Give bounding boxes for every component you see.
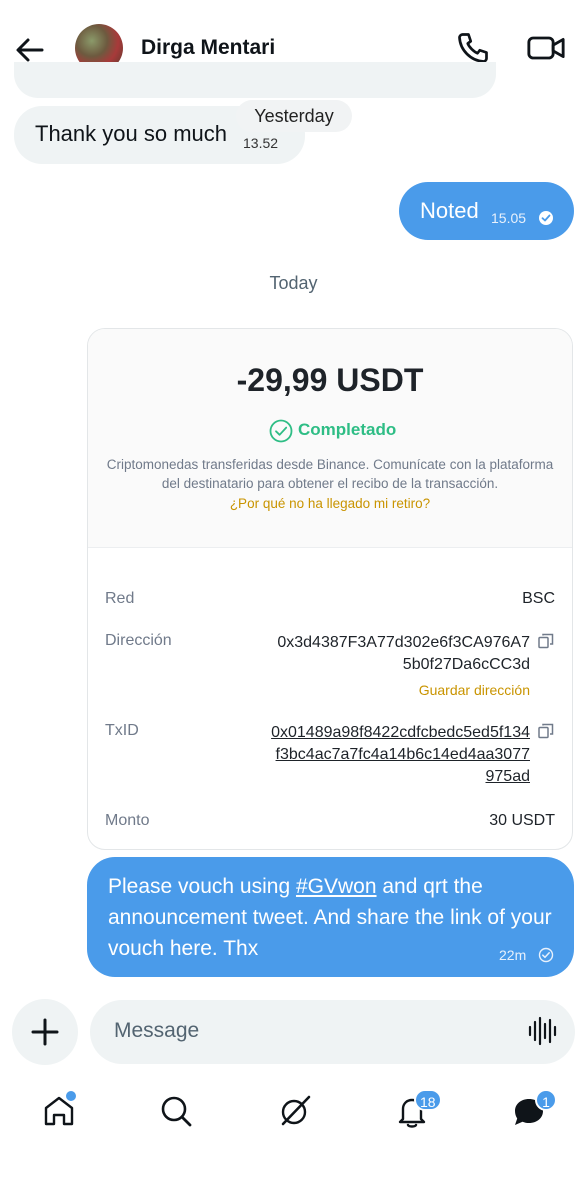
- add-attachment-button[interactable]: [12, 999, 78, 1065]
- check-circle-icon: [269, 419, 293, 443]
- message-text: Noted: [420, 198, 479, 223]
- read-check-icon: [539, 211, 553, 225]
- status-label: Completado: [298, 420, 397, 439]
- message-time: 15.05: [491, 210, 527, 226]
- date-separator-yesterday: Yesterday: [236, 100, 352, 132]
- messages-badge: 1: [535, 1089, 557, 1111]
- divider: [88, 547, 572, 548]
- save-address-link[interactable]: Guardar dirección: [419, 682, 530, 698]
- address-label: Dirección: [105, 632, 172, 649]
- contact-name[interactable]: Dirga Mentari: [141, 36, 275, 60]
- copy-icon[interactable]: [537, 632, 555, 650]
- grok-icon[interactable]: [277, 1093, 313, 1129]
- txid-link[interactable]: 0x01489a98f8422cdfcbedc5ed5f134f3bc4ac7a…: [270, 722, 530, 788]
- amount-value: 30 USDT: [489, 812, 555, 829]
- message-time: 22m: [499, 947, 527, 963]
- phone-icon[interactable]: [455, 30, 491, 66]
- plus-icon: [31, 1018, 59, 1046]
- previous-message-bubble: [14, 62, 496, 98]
- amount-label: Monto: [105, 812, 150, 829]
- message-text: Please vouch using #GVwon and qrt the an…: [108, 871, 558, 964]
- message-text: Thank you so much: [35, 121, 227, 146]
- network-value: BSC: [522, 590, 555, 607]
- search-icon[interactable]: [158, 1093, 194, 1129]
- date-separator-today: Today: [269, 273, 318, 293]
- message-time: 13.52: [243, 135, 279, 151]
- transaction-amount: -29,99 USDT: [236, 362, 424, 398]
- voice-message-icon[interactable]: [527, 1016, 557, 1046]
- message-placeholder: Message: [114, 1019, 200, 1042]
- video-icon[interactable]: [526, 30, 566, 66]
- read-check-icon: [538, 947, 554, 963]
- network-label: Red: [105, 590, 135, 607]
- hashtag-link[interactable]: #GVwon: [296, 875, 377, 898]
- notifications-badge: 18: [414, 1089, 442, 1111]
- txid-label: TxID: [105, 722, 139, 739]
- transaction-description: Criptomonedas transferidas desde Binance…: [106, 457, 554, 491]
- message-text-prefix: Please vouch using: [108, 875, 296, 898]
- home-unread-dot: [64, 1089, 78, 1103]
- address-value: 0x3d4387F3A77d302e6f3CA976A75b0f27Da6cCC…: [277, 634, 530, 673]
- help-link[interactable]: ¿Por qué no ha llegado mi retiro?: [88, 496, 572, 511]
- copy-icon[interactable]: [537, 722, 555, 740]
